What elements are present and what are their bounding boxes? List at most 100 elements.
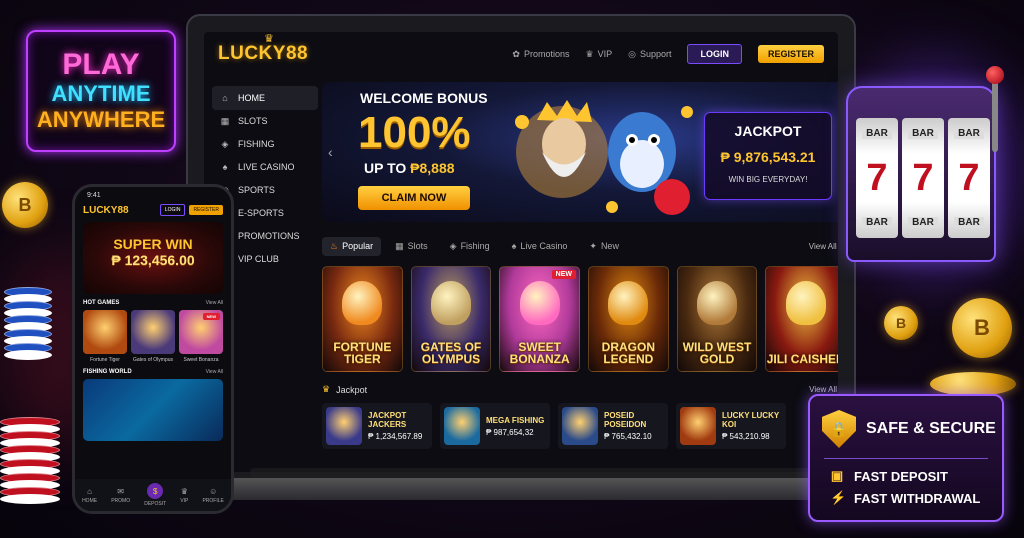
phone-nav-promo[interactable]: ✉ PROMO [111, 487, 130, 504]
hero-percent: 100% [358, 108, 471, 157]
tab-label: New [600, 241, 619, 251]
phone-game-card[interactable]: Gates of Olympus [131, 310, 175, 363]
shield-lock-icon: 🔒 [822, 410, 856, 448]
slots-icon: ▦ [220, 115, 230, 126]
desktop-screen: ♛ LUCKY88 ✿ Promotions ♛ VIP ◎ Support L… [204, 32, 838, 472]
phone-hot-games-view-all[interactable]: View All [206, 300, 223, 306]
jackpot-item-name: JACKPOT JACKERS [368, 411, 407, 429]
login-button[interactable]: LOGIN [687, 44, 742, 64]
gift-icon: ✿ [512, 48, 520, 59]
tab-slots[interactable]: ▦ Slots [387, 237, 436, 256]
bar-symbol: BAR [862, 128, 892, 139]
phone-fishing-banner[interactable] [83, 379, 223, 441]
tab-live-casino[interactable]: ♠ Live Casino [504, 237, 576, 255]
tab-label: Live Casino [520, 241, 568, 251]
game-grid: FORTUNE TIGER GATES OF OLYMPUS NEW SWEET BO… [322, 266, 838, 372]
super-win-title: SUPER WIN [113, 236, 193, 252]
nav-promotions[interactable]: ✿ Promotions [512, 49, 569, 60]
phone-nav-home[interactable]: ⌂ HOME [82, 487, 97, 504]
phone-nav-label: DEPOSIT [144, 501, 167, 507]
coin-icon: B [2, 182, 48, 228]
game-card[interactable]: JILI CAISHEN [765, 266, 838, 372]
seven-symbol: 7 [958, 157, 980, 199]
chevron-left-icon[interactable]: ‹ [328, 144, 333, 160]
tab-popular[interactable]: ♨ Popular [322, 236, 382, 256]
hero-upto-prefix: UP TO [364, 160, 411, 176]
sidebar-item-live-casino[interactable]: ♠ LIVE CASINO [212, 155, 318, 179]
game-character-art [697, 281, 738, 325]
tab-label: Fishing [460, 241, 490, 251]
jackpot-item[interactable]: LUCKY LUCKY KOI ₱ 543,210.98 [676, 403, 786, 449]
jackpot-item[interactable]: JACKPOT JACKERS ₱ 1,234,567.89 [322, 403, 432, 449]
phone-fishing-view-all[interactable]: View All [206, 369, 223, 375]
hero-upto: UP TO ₱8,888 [364, 160, 455, 176]
new-icon: ✦ [589, 240, 597, 251]
safe-title: SAFE & SECURE [866, 420, 996, 437]
game-title: DRAGON LEGEND [601, 340, 656, 366]
hero-banner[interactable]: ‹ WELCOME BONUS 100% UP TO ₱8,888 CLAIM … [322, 82, 838, 222]
phone-game-thumbnail: NEW [179, 310, 223, 354]
phone-topbar: LUCKY88 LOGIN REGISTER [75, 204, 231, 216]
jackpot-view-all-link[interactable]: View All [809, 385, 837, 394]
tab-label: Popular [342, 241, 374, 251]
divider [824, 458, 988, 459]
home-icon: ⌂ [222, 93, 228, 103]
bar-symbol: BAR [862, 217, 892, 228]
new-badge: NEW [551, 270, 577, 279]
jackpot-item[interactable]: POSEID POSEIDON ₱ 765,432.10 [558, 403, 668, 449]
game-card[interactable]: GATES OF OLYMPUS [410, 266, 492, 372]
seven-symbol: 7 [866, 157, 888, 199]
home-icon: ⌂ [87, 486, 92, 496]
fish-icon: ◈ [221, 138, 229, 149]
claim-now-button[interactable]: CLAIM NOW [358, 186, 470, 210]
sidebar-item-label: PROMOTIONS [238, 231, 300, 241]
jackpot-thumbnail [562, 407, 598, 445]
game-card[interactable]: WILD WEST GOLD [676, 266, 758, 372]
view-all-link[interactable]: View All [809, 242, 837, 251]
phone-game-card[interactable]: NEW Sweet Bonanza [179, 310, 223, 363]
nav-vip[interactable]: ♛ VIP [586, 49, 613, 60]
game-card[interactable]: FORTUNE TIGER [322, 266, 403, 372]
crown-icon: ♛ [264, 33, 274, 45]
game-character-art [431, 281, 471, 325]
coin-icon: B [952, 298, 1012, 358]
phone-nav-vip[interactable]: ♛ VIP [180, 487, 188, 504]
phone-nav-label: PROFILE [202, 497, 224, 504]
seven-symbol: 7 [912, 157, 934, 199]
nav-support[interactable]: ◎ Support [628, 49, 671, 60]
game-card[interactable]: NEW SWEET BONANZA [499, 266, 581, 372]
bar-symbol: BAR [954, 128, 984, 139]
bar-symbol: BAR [908, 128, 938, 139]
sidebar-item-label: SPORTS [238, 185, 275, 195]
tab-new[interactable]: ✦ New [581, 237, 627, 256]
bar-symbol: BAR [954, 217, 984, 228]
phone-super-win-banner[interactable]: SUPER WIN ₱ 123,456.00 [83, 222, 223, 294]
fast-deposit-row: ▣ FAST DEPOSIT [810, 468, 1002, 484]
tab-fishing[interactable]: ◈ Fishing [442, 237, 498, 256]
jackpot-section: ♛ Jackpot View All › JACKPOT JACKERS ₱ 1,… [322, 384, 838, 449]
phone-game-name: Gates of Olympus [132, 357, 173, 363]
sidebar-item-home[interactable]: ⌂ HOME [212, 86, 318, 110]
jackpot-item-value: ₱ 543,210.98 [722, 432, 770, 441]
jackpot-item-text: LUCKY LUCKY KOI ₱ 543,210.98 [722, 411, 782, 441]
phone-game-card[interactable]: Fortune Tiger [83, 310, 127, 363]
coin-stack-icon [930, 372, 1016, 396]
sidebar-item-slots[interactable]: ▦ SLOTS [212, 109, 318, 133]
safe-header: 🔒 SAFE & SECURE [810, 396, 1002, 448]
game-title: WILD WEST GOLD [682, 340, 752, 366]
keyboard [250, 468, 810, 478]
site-logo[interactable]: LUCKY88 [218, 43, 308, 65]
game-card[interactable]: DRAGON LEGEND [588, 266, 669, 372]
phone-status-time: 9:41 [87, 192, 101, 199]
phone-login-button[interactable]: LOGIN [159, 204, 186, 216]
phone-nav-label: PROMO [111, 497, 131, 504]
jackpot-item[interactable]: MEGA FISHING ₱ 987,654,32 [440, 403, 550, 449]
sidebar-item-fishing[interactable]: ◈ FISHING [212, 132, 318, 156]
phone-logo[interactable]: LUCKY88 [83, 205, 129, 216]
phone-register-button[interactable]: REGISTER [189, 205, 223, 215]
register-button[interactable]: REGISTER [757, 45, 824, 63]
nav-promotions-label: Promotions [523, 49, 570, 59]
neon-sign: PLAY ANYTIME ANYWHERE [26, 30, 176, 152]
phone-nav-deposit[interactable]: $ DEPOSIT [144, 483, 166, 507]
phone-nav-profile[interactable]: ☺ PROFILE [202, 487, 223, 504]
